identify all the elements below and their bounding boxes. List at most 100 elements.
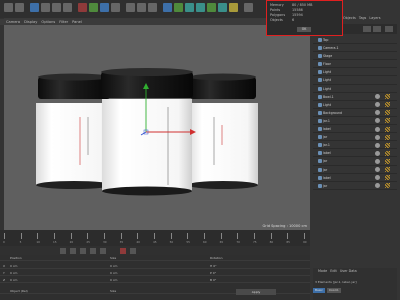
texture-tag-icon[interactable]	[385, 175, 390, 181]
position-z-field[interactable]: 0 cm	[10, 278, 17, 282]
rotation-p-field[interactable]: P 0°	[210, 271, 216, 275]
previous-frame-icon[interactable]	[70, 247, 76, 254]
texture-tag-icon[interactable]	[385, 102, 390, 108]
move-tool-icon[interactable]	[41, 3, 50, 12]
texture-tag-icon[interactable]	[385, 126, 390, 132]
nurbs-icon[interactable]	[174, 3, 183, 12]
object-list-item[interactable]: label	[313, 149, 397, 158]
material-tag-icon[interactable]	[375, 118, 380, 124]
object-list-item[interactable]: Light	[313, 76, 397, 85]
next-frame-icon[interactable]	[90, 247, 96, 254]
material-tag-icon[interactable]	[375, 183, 380, 189]
deformer-icon[interactable]	[196, 3, 205, 12]
apply-button[interactable]: Apply	[236, 289, 276, 295]
object-list-item[interactable]: jar.1	[313, 117, 397, 126]
material-tag-icon[interactable]	[375, 126, 380, 132]
texture-tag-icon[interactable]	[385, 94, 390, 100]
size-z-field[interactable]: 0 cm	[110, 278, 117, 282]
object-list-item[interactable]: jar	[313, 166, 397, 174]
position-y-field[interactable]: 0 cm	[10, 271, 17, 275]
position-x-field[interactable]: 0 cm	[10, 264, 17, 268]
texture-tag-icon[interactable]	[385, 142, 390, 148]
viewport-menu-item[interactable]: Camera	[6, 20, 20, 24]
material-tag-icon[interactable]	[375, 110, 380, 116]
object-list-item[interactable]: Light	[313, 68, 397, 77]
viewport-menu-item[interactable]: Filter	[59, 20, 68, 24]
array-icon[interactable]	[185, 3, 194, 12]
scene-floor-icon[interactable]	[207, 3, 216, 12]
viewport-menu-item[interactable]: Options	[41, 20, 55, 24]
size-mode-select[interactable]: Size	[110, 289, 116, 293]
viewport-menu-item[interactable]: Panel	[72, 20, 82, 24]
object-list-item[interactable]: Light	[313, 101, 397, 109]
material-tag-icon[interactable]	[375, 142, 380, 148]
material-tag-icon[interactable]	[375, 175, 380, 181]
go-to-end-icon[interactable]	[100, 247, 106, 254]
object-list-item[interactable]: Floor	[313, 60, 397, 69]
timeline[interactable]: 0 5 10 15 20 25 30 35 40 45 50 55 60 65 70 75 80 85 90	[0, 230, 310, 246]
object-list-item[interactable]: Light	[313, 85, 397, 93]
material-tag-icon[interactable]	[375, 134, 380, 140]
rotate-tool-icon[interactable]	[63, 3, 72, 12]
jar-right[interactable]	[188, 73, 258, 190]
texture-tag-icon[interactable]	[385, 110, 390, 116]
object-list-item[interactable]: Top	[313, 36, 397, 45]
material-tag-icon[interactable]	[375, 158, 380, 164]
tab-user-data[interactable]: User Data	[340, 269, 357, 273]
material-tag-icon[interactable]	[375, 102, 380, 108]
coordinate-system-icon[interactable]	[111, 3, 120, 12]
y-axis-lock-icon[interactable]	[89, 3, 98, 12]
rotation-h-field[interactable]: H 0°	[210, 264, 217, 268]
object-list-item[interactable]: jar	[313, 182, 397, 190]
size-y-field[interactable]: 0 cm	[110, 271, 117, 275]
tab-objects[interactable]: Objects	[343, 16, 356, 22]
x-axis-lock-icon[interactable]	[78, 3, 87, 12]
3d-viewport[interactable]: Grid Spacing : 10000 cm	[4, 25, 310, 230]
object-list-item[interactable]: jar	[313, 157, 397, 166]
object-list-item[interactable]: label	[313, 174, 397, 182]
select-tool-icon[interactable]	[30, 3, 39, 12]
redo-icon[interactable]	[15, 3, 24, 12]
texture-tag-icon[interactable]	[385, 167, 390, 172]
search-icon[interactable]	[363, 26, 371, 32]
render-settings-icon[interactable]	[148, 3, 157, 12]
render-view-icon[interactable]	[126, 3, 135, 12]
material-tag-icon[interactable]	[375, 167, 380, 172]
size-x-field[interactable]: 0 cm	[110, 264, 117, 268]
texture-tag-icon[interactable]	[385, 118, 390, 124]
record-icon[interactable]	[120, 247, 126, 254]
object-list-item[interactable]: label	[313, 125, 397, 134]
tab-layers[interactable]: Layers	[369, 16, 380, 22]
render-picture-viewer-icon[interactable]	[137, 3, 146, 12]
go-to-start-icon[interactable]	[60, 247, 66, 254]
cube-icon[interactable]	[163, 3, 172, 12]
coord-button[interactable]: Coord.	[326, 288, 341, 293]
object-list-item[interactable]: jar.1	[313, 141, 397, 150]
material-tag-icon[interactable]	[375, 94, 380, 100]
texture-tag-icon[interactable]	[385, 183, 390, 189]
basic-button[interactable]: Basic	[313, 288, 325, 293]
jar-center[interactable]	[101, 68, 196, 196]
object-list-item[interactable]: jar	[313, 133, 397, 142]
object-list-item[interactable]: Stage	[313, 52, 397, 61]
rotation-b-field[interactable]: B 0°	[210, 278, 216, 282]
autokey-icon[interactable]	[130, 247, 136, 254]
texture-tag-icon[interactable]	[385, 134, 390, 140]
camera-icon[interactable]	[218, 3, 227, 12]
jar-left[interactable]	[36, 73, 112, 190]
timeline-ruler[interactable]: 0 5 10 15 20 25 30 35 40 45 50 55 60 65 70 75 80 85 90	[3, 233, 307, 244]
texture-tag-icon[interactable]	[385, 158, 390, 164]
light-icon[interactable]	[229, 3, 238, 12]
coordinate-mode-select[interactable]: Object (Rel)	[10, 289, 28, 293]
material-tag-icon[interactable]	[375, 150, 380, 156]
object-list-item[interactable]: Bowl.1	[313, 93, 397, 101]
filter-icon[interactable]	[373, 26, 381, 32]
object-list-item[interactable]: Camera.1	[313, 44, 397, 53]
texture-tag-icon[interactable]	[385, 150, 390, 156]
undo-icon[interactable]	[4, 3, 13, 12]
tab-mode[interactable]: Mode	[318, 269, 327, 273]
z-axis-lock-icon[interactable]	[100, 3, 109, 12]
tab-edit[interactable]: Edit	[330, 269, 337, 273]
object-list-item[interactable]: Background	[313, 109, 397, 117]
tab-tags[interactable]: Tags	[359, 16, 367, 22]
